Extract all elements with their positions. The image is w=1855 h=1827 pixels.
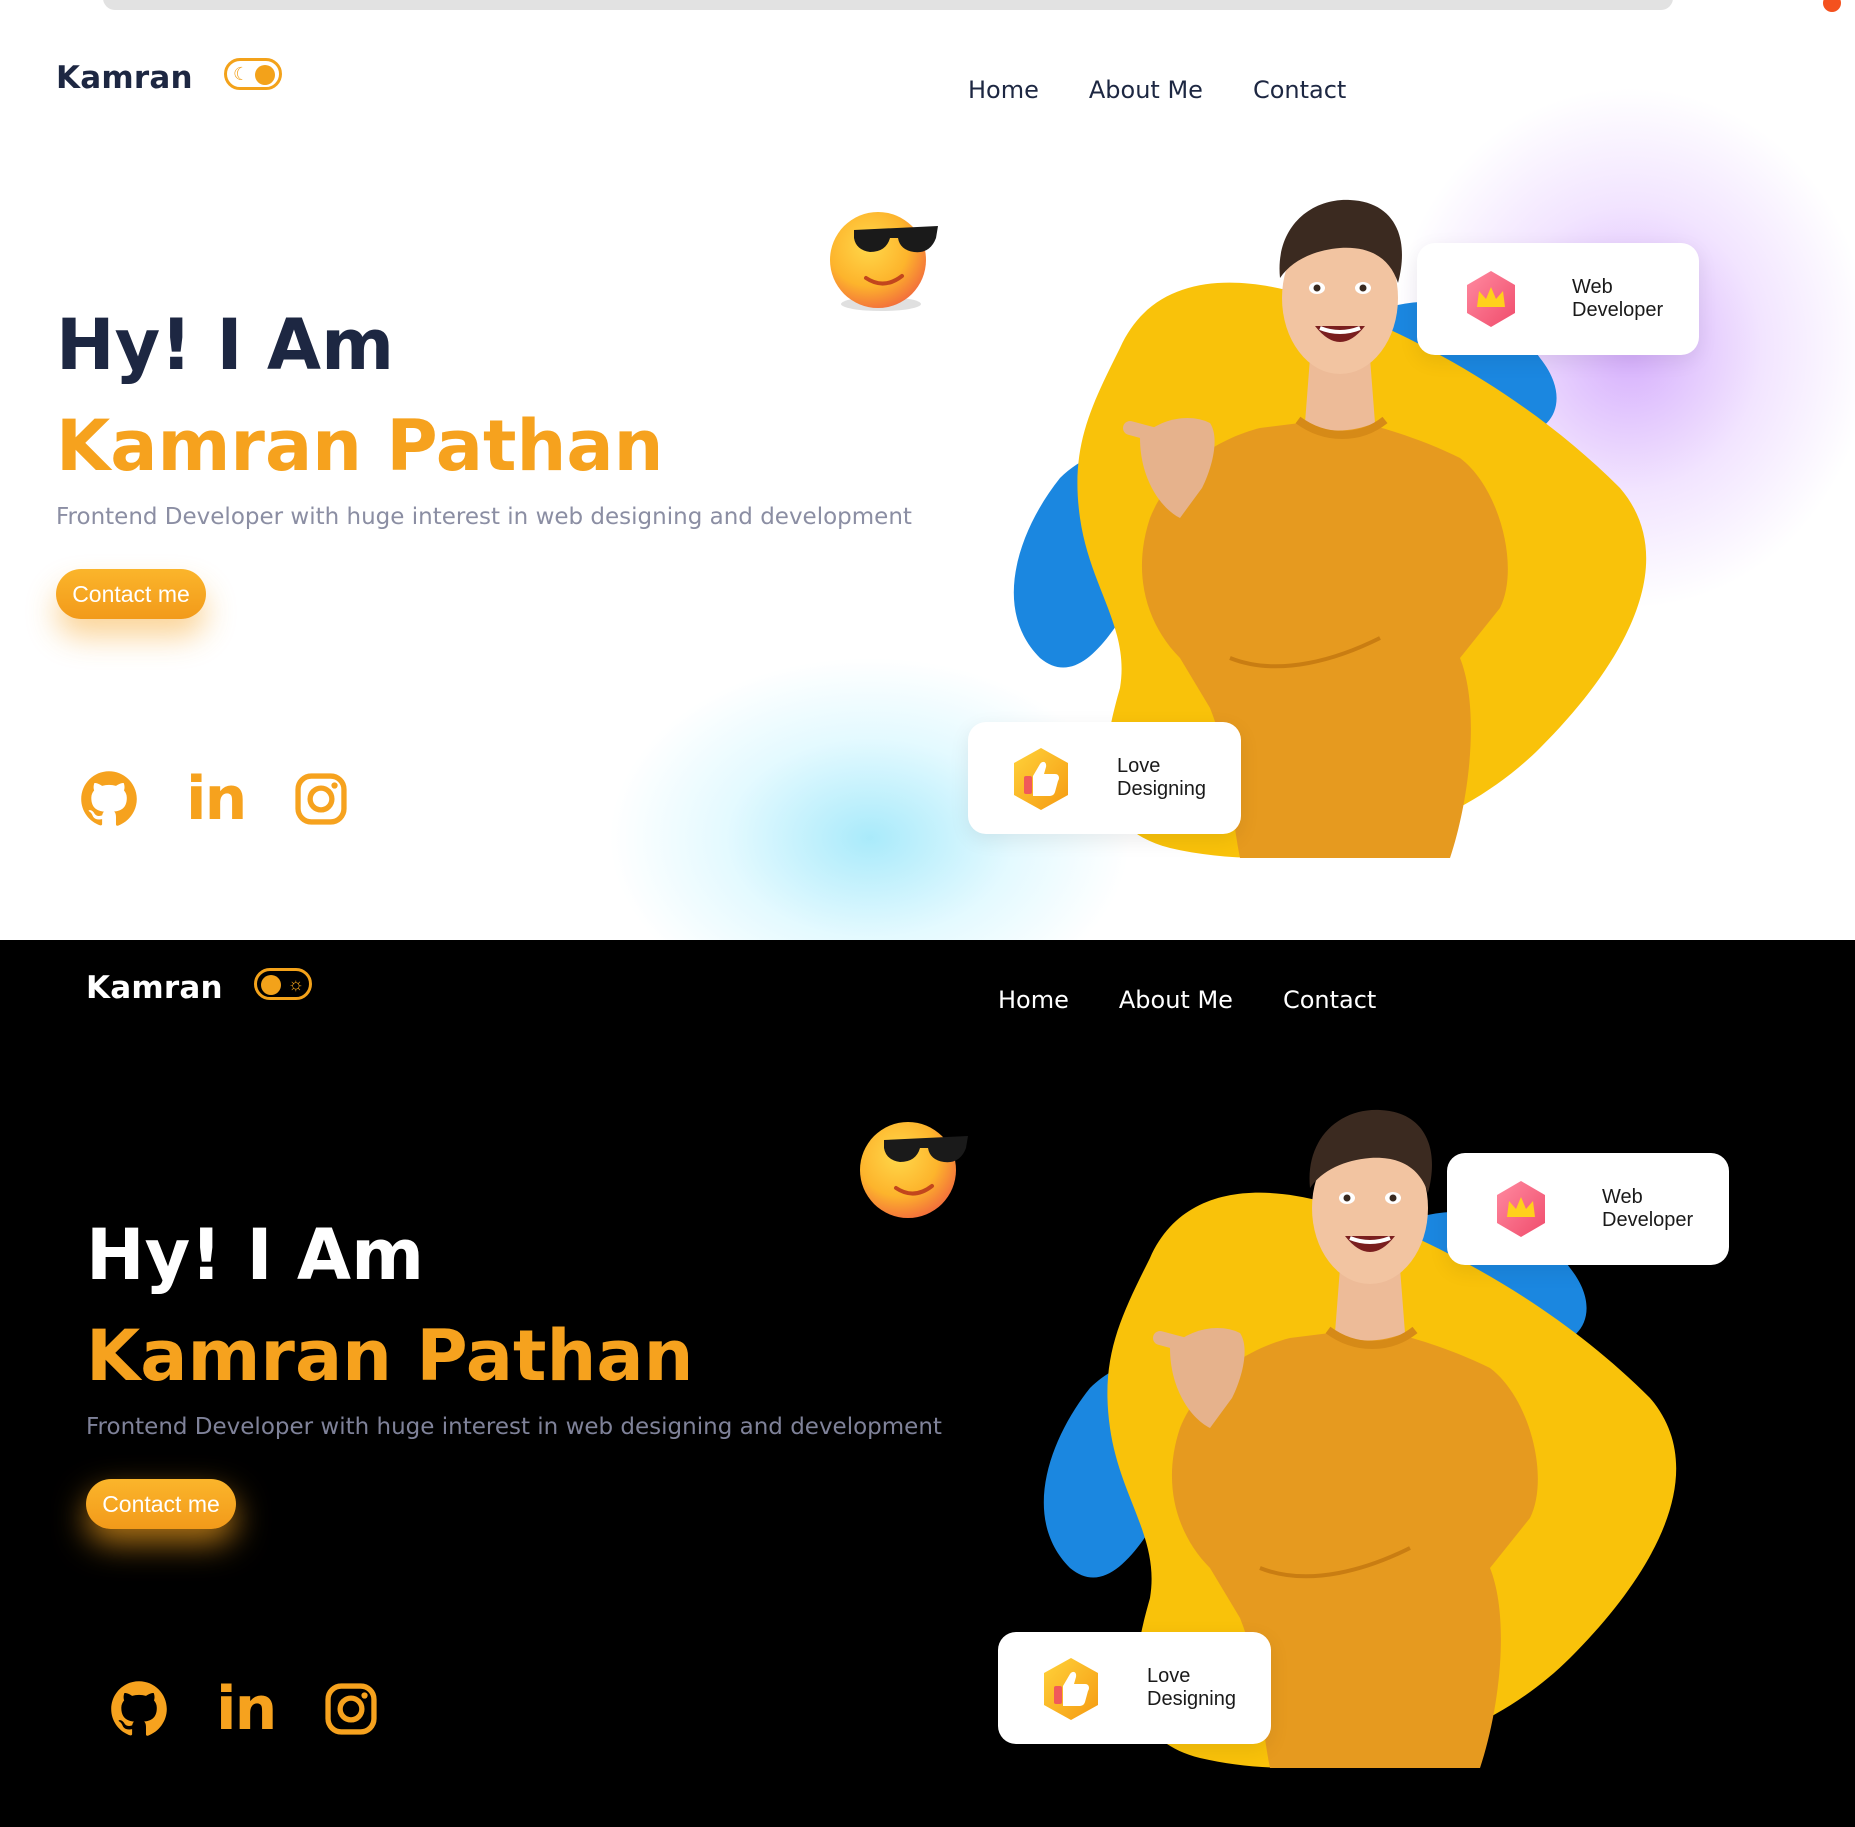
light-theme-panel: Kamran ☾ Home About Me Contact Hy! I Am … — [0, 18, 1855, 940]
browser-top-strip — [0, 0, 1855, 20]
sunglasses-emoji-icon — [830, 212, 938, 311]
github-link[interactable] — [80, 770, 138, 828]
hero-greeting: Hy! I Am — [56, 304, 395, 386]
instagram-link[interactable] — [322, 1680, 380, 1738]
contact-me-button[interactable]: Contact me — [86, 1479, 236, 1529]
brand-logo[interactable]: Kamran — [86, 970, 223, 1006]
thumbs-up-icon — [1014, 748, 1068, 810]
card-web-line1: Web — [1602, 1186, 1643, 1208]
github-icon — [81, 771, 137, 826]
card-love-line1: Love — [1147, 1665, 1191, 1687]
linkedin-icon: in — [186, 764, 247, 834]
web-developer-card: Web Developer — [1417, 243, 1699, 355]
card-love-line2: Designing — [1147, 1688, 1236, 1710]
social-links: in — [110, 1674, 380, 1744]
web-developer-card: Web Developer — [1447, 1153, 1729, 1265]
address-bar[interactable] — [103, 0, 1673, 10]
sun-icon: ☼ — [287, 974, 305, 994]
card-web-line1: Web — [1572, 276, 1613, 298]
brand-logo[interactable]: Kamran — [56, 60, 193, 96]
main-nav: Home About Me Contact — [968, 76, 1346, 104]
toggle-knob — [255, 65, 275, 85]
hero-name: Kamran Pathan — [86, 1315, 694, 1397]
hero-subtitle: Frontend Developer with huge interest in… — [86, 1414, 942, 1440]
card-love-line1: Love — [1117, 755, 1161, 777]
instagram-icon — [325, 1683, 377, 1735]
love-designing-card: Love Designing — [998, 1632, 1271, 1744]
crown-icon — [1467, 271, 1515, 327]
hero-greeting: Hy! I Am — [86, 1214, 425, 1296]
nav-home[interactable]: Home — [998, 986, 1069, 1014]
moon-icon: ☾ — [233, 64, 250, 84]
card-web-line2: Developer — [1572, 299, 1664, 321]
theme-toggle[interactable]: ☼ — [254, 968, 312, 1000]
thumbs-up-icon — [1044, 1658, 1098, 1720]
social-links: in — [80, 764, 350, 834]
nav-about-me[interactable]: About Me — [1089, 76, 1203, 104]
nav-contact[interactable]: Contact — [1253, 76, 1346, 104]
github-icon — [111, 1681, 167, 1736]
theme-toggle[interactable]: ☾ — [224, 58, 282, 90]
instagram-link[interactable] — [292, 770, 350, 828]
browser-profile-icon[interactable] — [1823, 0, 1841, 12]
linkedin-icon: in — [216, 1674, 277, 1744]
nav-home[interactable]: Home — [968, 76, 1039, 104]
dark-theme-panel: Kamran ☼ Home About Me Contact Hy! I Am … — [0, 940, 1855, 1827]
card-web-line2: Developer — [1602, 1209, 1694, 1231]
hero-subtitle: Frontend Developer with huge interest in… — [56, 504, 912, 530]
sunglasses-emoji-icon — [860, 1122, 968, 1218]
toggle-knob — [261, 975, 281, 995]
crown-icon — [1497, 1181, 1545, 1237]
nav-about-me[interactable]: About Me — [1119, 986, 1233, 1014]
instagram-icon — [295, 773, 347, 825]
github-link[interactable] — [110, 1680, 168, 1738]
main-nav: Home About Me Contact — [998, 986, 1376, 1014]
linkedin-link[interactable]: in — [186, 764, 247, 834]
nav-contact[interactable]: Contact — [1283, 986, 1376, 1014]
love-designing-card: Love Designing — [968, 722, 1241, 834]
card-love-line2: Designing — [1117, 778, 1206, 800]
contact-me-button[interactable]: Contact me — [56, 569, 206, 619]
hero-name: Kamran Pathan — [56, 405, 664, 487]
linkedin-link[interactable]: in — [216, 1674, 277, 1744]
